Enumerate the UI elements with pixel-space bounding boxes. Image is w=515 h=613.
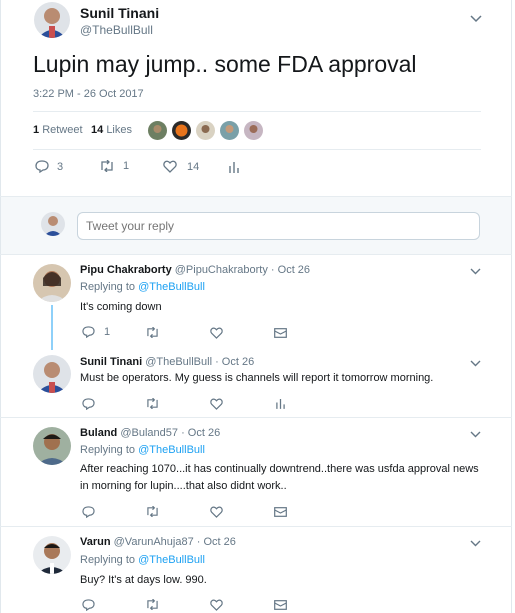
reply-author-handle[interactable]: @VarunAhuja87 xyxy=(114,536,194,548)
reply-icon xyxy=(35,160,49,173)
reply-date[interactable]: · Oct 26 xyxy=(215,356,254,368)
reply-author-name[interactable]: Sunil Tinani xyxy=(80,356,142,368)
reply-count: 1 xyxy=(104,326,111,338)
reply-action-reply[interactable]: 1 xyxy=(82,326,110,338)
reply-header: Varun @VarunAhuja87 · Oct 26 xyxy=(80,536,236,548)
reply-text: Must be operators. My guess is channels … xyxy=(80,372,434,384)
reply-date[interactable]: · Oct 26 xyxy=(271,264,310,276)
reply-avatar[interactable] xyxy=(33,264,71,302)
replying-label: Replying to xyxy=(80,444,136,456)
reply-avatar[interactable] xyxy=(33,536,71,574)
reply-text-line: After reaching 1070...it has continually… xyxy=(80,463,479,475)
replying-to-link[interactable]: @TheBullBull xyxy=(138,281,205,293)
reply-header: Buland @Buland57 · Oct 26 xyxy=(80,427,220,439)
author-handle[interactable]: @TheBullBull xyxy=(80,23,153,37)
reply-author-handle[interactable]: @Buland57 xyxy=(120,427,178,439)
heart-icon[interactable] xyxy=(210,599,223,611)
replying-to-link[interactable]: @TheBullBull xyxy=(138,444,205,456)
chevron-down-icon[interactable] xyxy=(470,360,481,367)
heart-icon xyxy=(163,160,177,173)
chevron-down-icon[interactable] xyxy=(470,15,482,23)
reply-author-handle[interactable]: @PipuChakraborty xyxy=(175,264,268,276)
reply-button[interactable]: 3 xyxy=(35,160,63,173)
liker-avatar[interactable] xyxy=(196,121,215,140)
retweet-icon[interactable] xyxy=(145,506,160,517)
reply-header: Pipu Chakraborty @PipuChakraborty · Oct … xyxy=(80,264,310,276)
reply-date[interactable]: · Oct 26 xyxy=(181,427,220,439)
reply-header: Sunil Tinani @TheBullBull · Oct 26 xyxy=(80,356,254,368)
replying-to: Replying to @TheBullBull xyxy=(80,444,205,456)
reply-author-name[interactable]: Pipu Chakraborty xyxy=(80,264,172,276)
reply-author-name[interactable]: Buland xyxy=(80,427,117,439)
analytics-icon[interactable] xyxy=(276,397,285,409)
likes-label: Likes xyxy=(106,124,132,136)
replying-to: Replying to @TheBullBull xyxy=(80,554,205,566)
retweets-label: Retweet xyxy=(42,124,83,136)
replying-to: Replying to @TheBullBull xyxy=(80,281,205,293)
reply-icon xyxy=(82,326,95,338)
analytics-icon[interactable] xyxy=(229,160,239,173)
retweet-stat[interactable]: 1 Retweet xyxy=(33,124,83,136)
likes-count: 14 xyxy=(91,124,104,136)
reply-text-line: in morning for lupin....that also didnt … xyxy=(80,480,287,492)
retweet-count: 1 xyxy=(123,160,130,172)
envelope-icon[interactable] xyxy=(274,507,287,517)
liker-avatar[interactable] xyxy=(244,121,263,140)
author-avatar[interactable] xyxy=(34,2,70,38)
liker-avatar[interactable] xyxy=(148,121,167,140)
author-name[interactable]: Sunil Tinani xyxy=(80,5,159,21)
reply-author-handle[interactable]: @TheBullBull xyxy=(145,356,212,368)
reply-input[interactable] xyxy=(77,212,480,240)
likes-stat[interactable]: 14 Likes xyxy=(91,124,132,136)
heart-icon[interactable] xyxy=(210,327,223,339)
envelope-icon[interactable] xyxy=(274,328,287,338)
chevron-down-icon[interactable] xyxy=(470,268,481,275)
replying-to-link[interactable]: @TheBullBull xyxy=(138,554,205,566)
reply-text: Buy? It's at days low. 990. xyxy=(80,574,207,586)
chevron-down-icon[interactable] xyxy=(470,540,481,547)
reply-text: It's coming down xyxy=(80,301,162,313)
retweet-button[interactable]: 1 xyxy=(99,160,129,172)
retweet-icon[interactable] xyxy=(145,599,160,610)
reply-count: 3 xyxy=(57,160,64,173)
thread-connector xyxy=(51,305,53,350)
retweet-icon xyxy=(99,160,115,172)
reply-author-name[interactable]: Varun xyxy=(80,536,111,548)
like-button[interactable]: 14 xyxy=(163,160,199,173)
current-user-avatar[interactable] xyxy=(41,212,65,236)
retweet-icon[interactable] xyxy=(145,398,160,409)
like-count: 14 xyxy=(187,160,200,173)
reply-icon[interactable] xyxy=(82,398,95,410)
reply-icon[interactable] xyxy=(82,506,95,518)
tweet-text: Lupin may jump.. some FDA approval xyxy=(33,51,417,77)
envelope-icon[interactable] xyxy=(274,600,287,610)
tweet-timestamp[interactable]: 3:22 PM - 26 Oct 2017 xyxy=(33,88,144,100)
liker-avatar[interactable] xyxy=(172,121,191,140)
reply-avatar[interactable] xyxy=(33,427,71,465)
chevron-down-icon[interactable] xyxy=(470,431,481,438)
reply-icon[interactable] xyxy=(82,599,95,611)
replying-label: Replying to xyxy=(80,281,136,293)
retweets-count: 1 xyxy=(33,124,40,136)
liker-avatar[interactable] xyxy=(220,121,239,140)
replying-label: Replying to xyxy=(80,554,136,566)
heart-icon[interactable] xyxy=(210,398,223,410)
retweet-icon[interactable] xyxy=(145,327,160,338)
heart-icon[interactable] xyxy=(210,506,223,518)
reply-avatar[interactable] xyxy=(33,355,71,393)
reply-date[interactable]: · Oct 26 xyxy=(197,536,236,548)
